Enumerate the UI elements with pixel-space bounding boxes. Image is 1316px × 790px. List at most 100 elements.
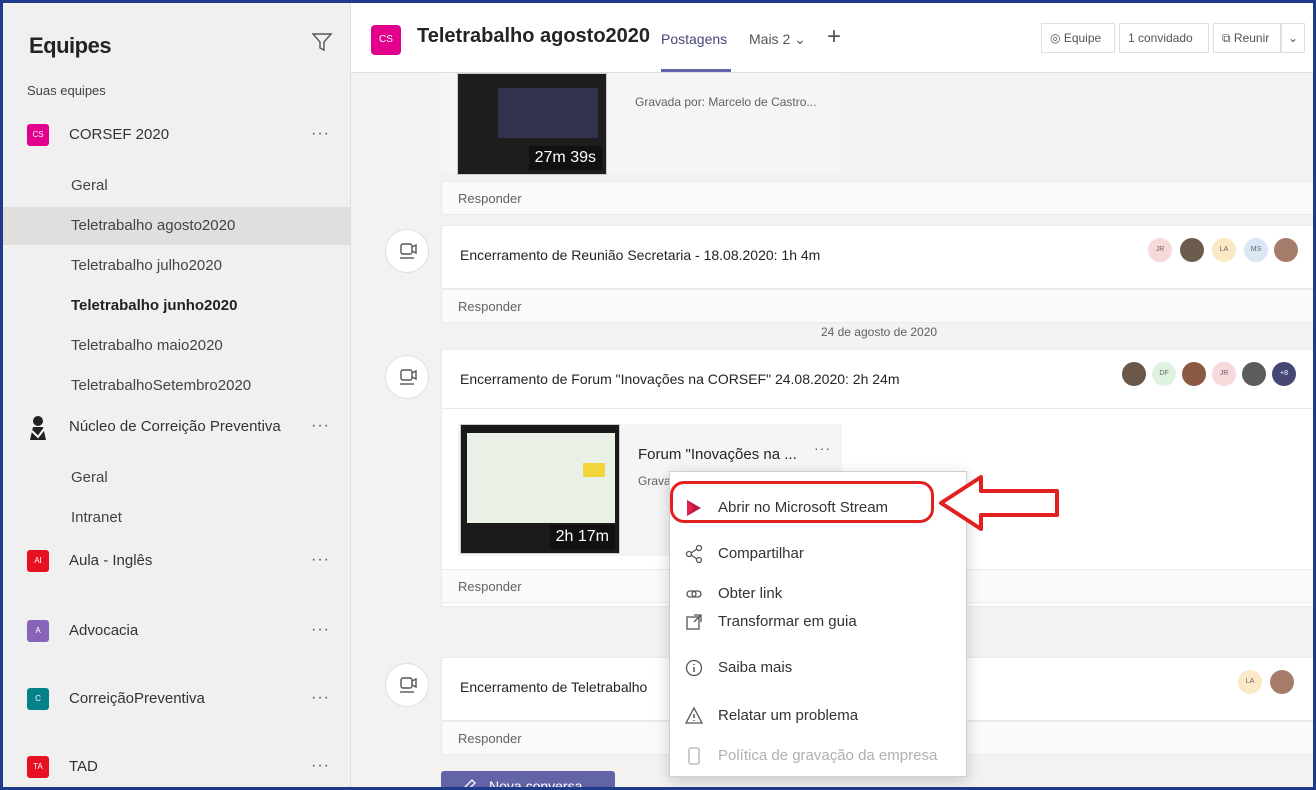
- channel-title: Teletrabalho agosto2020: [417, 25, 651, 47]
- menu-item-label: Saiba mais: [718, 659, 793, 676]
- video-thumbnail[interactable]: 2h 17m: [460, 424, 620, 554]
- team-name: CorreiçãoPreventiva: [69, 690, 205, 707]
- guest-button[interactable]: 1 convidado: [1119, 23, 1209, 53]
- new-conversation-label: Nova conversa: [489, 778, 583, 790]
- camera-icon: ⧉: [1222, 31, 1231, 45]
- channel-intranet[interactable]: Intranet: [3, 499, 351, 537]
- info-icon: [685, 659, 703, 677]
- more-options-icon[interactable]: ···: [311, 689, 330, 707]
- avatar: [1182, 362, 1206, 386]
- more-options-icon[interactable]: ···: [311, 621, 330, 639]
- menu-item-recording-policy: Política de gravação da empresa: [670, 738, 968, 774]
- team-aula-ingles[interactable]: AI Aula - Inglês ···: [3, 541, 351, 583]
- team-name: CORSEF 2020: [69, 126, 170, 143]
- channel-teletrabalho-agosto[interactable]: Teletrabalho agosto2020: [3, 207, 351, 245]
- tab-more[interactable]: Mais 2 ⌄: [749, 31, 806, 48]
- channel-label: Teletrabalho agosto2020: [71, 217, 236, 234]
- avatar: [1242, 362, 1266, 386]
- post-title: Encerramento de Forum "Inovações na CORS…: [460, 371, 900, 387]
- reply-label: Responder: [458, 191, 522, 206]
- video-duration: 27m 39s: [528, 146, 602, 170]
- team-avatar: A: [27, 620, 49, 642]
- channel-teletrabalho-maio[interactable]: Teletrabalho maio2020: [3, 327, 351, 365]
- team-advocacia[interactable]: A Advocacia ···: [3, 611, 351, 653]
- highlight-outline: [670, 481, 934, 523]
- team-name: TAD: [69, 758, 98, 775]
- reply-label: Responder: [458, 731, 522, 746]
- thumb-screen: [467, 433, 615, 523]
- team-avatar: C: [27, 688, 49, 710]
- thumb-screen: [498, 88, 598, 138]
- menu-item-make-tab[interactable]: Transformar em guia: [670, 604, 968, 640]
- avatar: [1122, 362, 1146, 386]
- avatar: LA: [1212, 238, 1236, 262]
- video-thumbnail[interactable]: 27m 39s: [457, 73, 607, 175]
- team-avatar: AI: [27, 550, 49, 572]
- channel-teletrabalho-julho[interactable]: Teletrabalho julho2020: [3, 247, 351, 285]
- add-tab-icon[interactable]: +: [827, 23, 841, 51]
- reply-label: Responder: [458, 579, 522, 594]
- section-label: Suas equipes: [27, 83, 106, 98]
- more-options-icon[interactable]: ···: [311, 417, 330, 435]
- meeting-post: Encerramento de Reunião Secretaria - 18.…: [441, 225, 1313, 289]
- reply-button[interactable]: Responder: [441, 181, 1313, 215]
- channel-label: Geral: [71, 469, 108, 486]
- team-corsef[interactable]: CS CORSEF 2020 ···: [3, 115, 351, 157]
- policy-icon: [688, 747, 700, 765]
- team-name: Núcleo de Correição Preventiva: [69, 418, 281, 435]
- meet-dropdown[interactable]: ⌄: [1281, 23, 1305, 53]
- avatar: JR: [1148, 238, 1172, 262]
- reply-label: Responder: [458, 299, 522, 314]
- participant-avatars: DF JR +8: [1122, 362, 1298, 386]
- channel-label: Teletrabalho julho2020: [71, 257, 222, 274]
- team-name: Aula - Inglês: [69, 552, 153, 569]
- filter-icon[interactable]: [311, 31, 333, 53]
- reply-button[interactable]: Responder: [441, 289, 1313, 323]
- recorded-by: Grava: [638, 474, 671, 488]
- channel-label: Teletrabalho maio2020: [71, 337, 223, 354]
- menu-item-label: Compartilhar: [718, 545, 804, 562]
- tab-icon: [686, 614, 702, 630]
- arrow-annotation-icon: [939, 475, 1059, 531]
- team-tad[interactable]: TA TAD ···: [3, 747, 351, 787]
- channel-geral[interactable]: Geral: [3, 167, 351, 205]
- team-name: Advocacia: [69, 622, 139, 639]
- more-options-icon[interactable]: ···: [311, 125, 330, 143]
- meeting-icon: [385, 229, 429, 273]
- channel-label: TeletrabalhoSetembro2020: [71, 377, 252, 394]
- video-title: Forum "Inovações na ...: [638, 446, 797, 463]
- avatar: [1180, 238, 1204, 262]
- channel-teletrabalho-setembro[interactable]: TeletrabalhoSetembro2020: [3, 367, 351, 405]
- more-options-icon[interactable]: ···: [311, 551, 330, 569]
- menu-item-report-problem[interactable]: Relatar um problema: [670, 698, 968, 734]
- menu-item-label: Relatar um problema: [718, 707, 859, 724]
- team-avatar: CS: [371, 25, 401, 55]
- date-separator: 24 de agosto de 2020: [820, 325, 938, 339]
- new-conversation-button[interactable]: Nova conversa: [441, 771, 615, 790]
- team-nucleo[interactable]: Núcleo de Correição Preventiva ···: [3, 407, 351, 449]
- channel-geral[interactable]: Geral: [3, 459, 351, 497]
- more-options-icon[interactable]: ···: [311, 757, 330, 775]
- divider: [442, 408, 1313, 409]
- eye-icon: ◎: [1050, 31, 1061, 45]
- menu-item-label: Obter link: [718, 585, 783, 602]
- link-icon: [686, 590, 702, 598]
- more-options-icon[interactable]: ···: [814, 440, 831, 456]
- menu-item-share[interactable]: Compartilhar: [670, 536, 968, 572]
- compose-icon: [464, 779, 476, 787]
- menu-item-label: Transformar em guia: [718, 613, 857, 630]
- post-title: Encerramento de Reunião Secretaria - 18.…: [460, 247, 821, 263]
- menu-item-learn-more[interactable]: Saiba mais: [670, 650, 968, 686]
- thumb-cell: [583, 463, 605, 477]
- participant-avatars: LA: [1238, 670, 1298, 694]
- teams-window: Equipes Suas equipes CS CORSEF 2020 ··· …: [0, 0, 1316, 790]
- tab-postagens[interactable]: Postagens: [661, 31, 727, 47]
- chevron-down-icon: ⌄: [794, 31, 806, 47]
- avatar: LA: [1238, 670, 1262, 694]
- meet-button[interactable]: ⧉ Reunir: [1213, 23, 1281, 53]
- team-button[interactable]: ◎ Equipe: [1041, 23, 1115, 53]
- avatar-overflow[interactable]: +8: [1272, 362, 1296, 386]
- team-avatar: CS: [27, 124, 49, 146]
- team-correicao-preventiva[interactable]: C CorreiçãoPreventiva ···: [3, 679, 351, 721]
- channel-teletrabalho-junho[interactable]: Teletrabalho junho2020: [3, 287, 351, 325]
